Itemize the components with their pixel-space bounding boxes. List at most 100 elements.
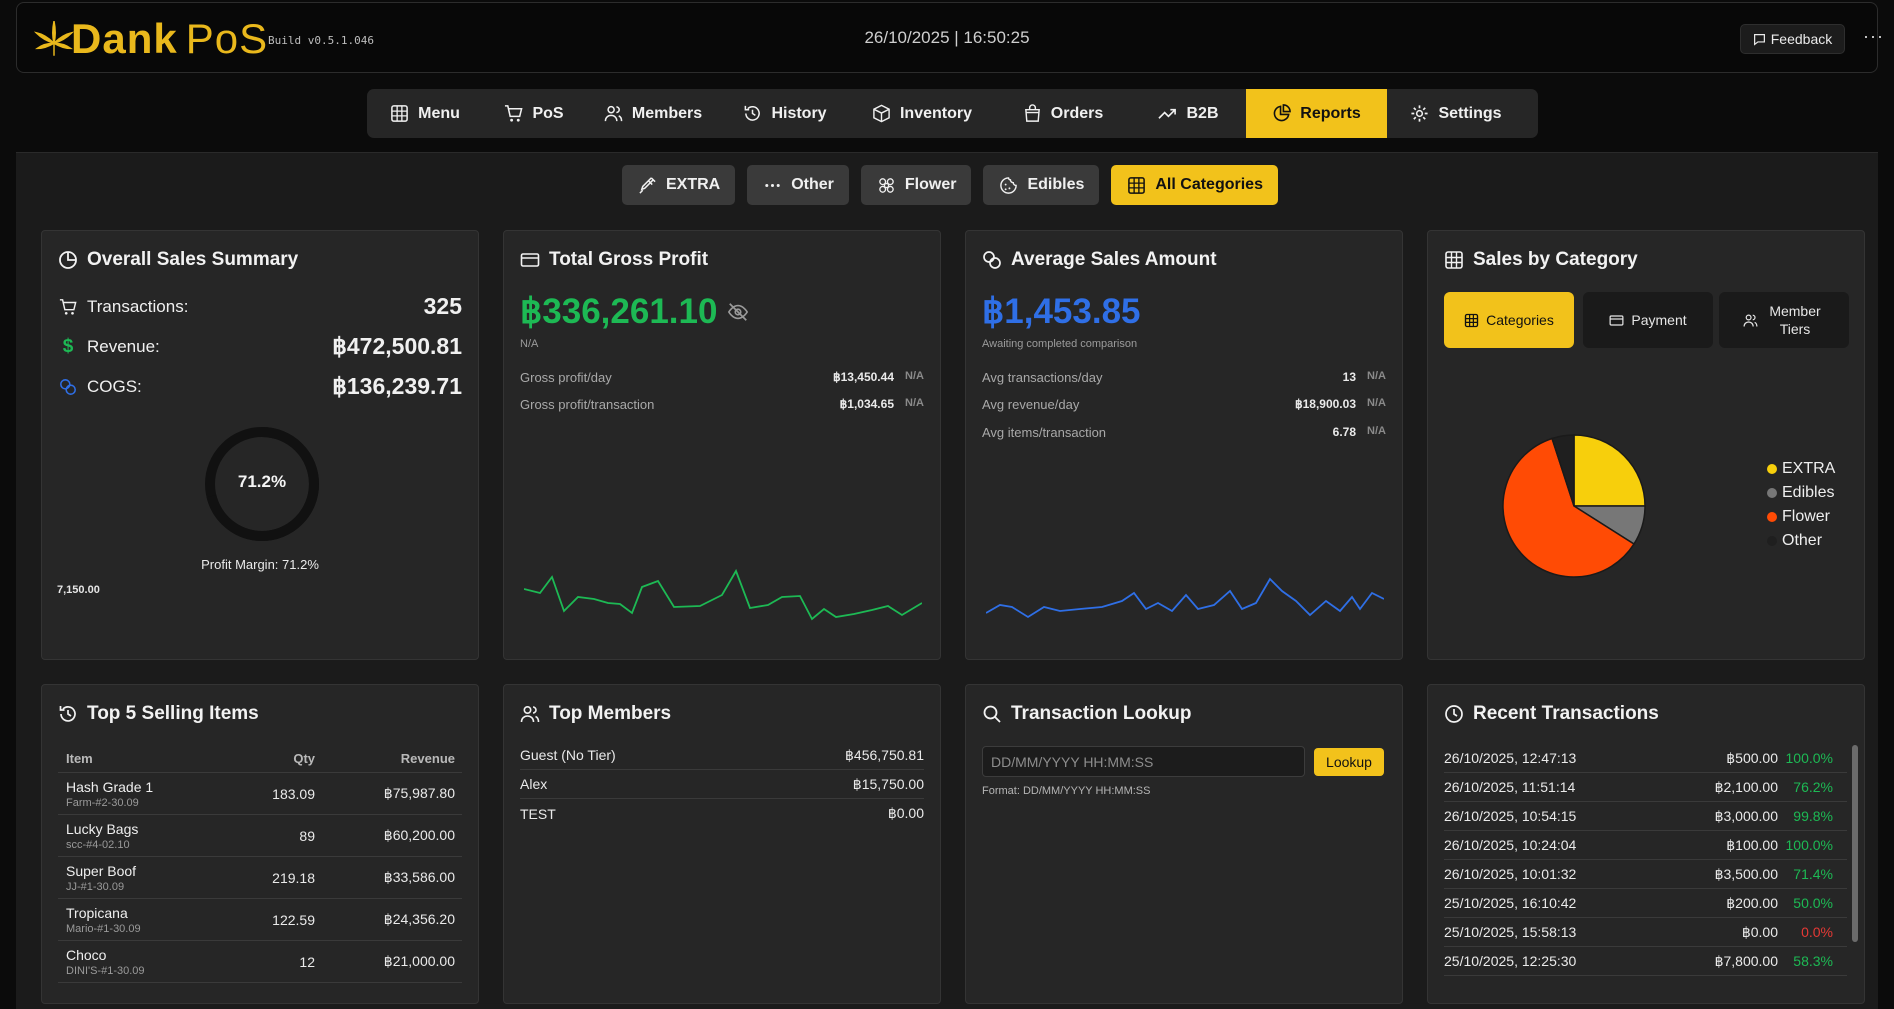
lookup-title-row: Transaction Lookup xyxy=(982,703,1192,725)
users-icon xyxy=(1743,313,1758,327)
legend-item: Edibles xyxy=(1767,481,1835,505)
top-members-title-row: Top Members xyxy=(520,703,671,725)
nav-orders-label: Orders xyxy=(1050,104,1104,122)
overall-sales-card: Overall Sales Summary Transactions: 325 … xyxy=(41,230,479,660)
feedback-button[interactable]: Feedback xyxy=(1740,24,1845,54)
filter-extra[interactable]: EXTRA xyxy=(622,165,736,205)
lookup-datetime-input[interactable] xyxy=(982,746,1305,777)
transaction-row[interactable]: 25/10/2025, 15:58:13 ฿0.00 0.0% xyxy=(1444,918,1847,947)
transaction-row[interactable]: 25/10/2025, 16:10:42 ฿200.00 50.0% xyxy=(1444,889,1847,918)
revenue-row: $ Revenue: ฿472,500.81 xyxy=(58,333,462,360)
more-options-button[interactable]: ··· xyxy=(1863,26,1884,47)
table-row: Super Boof JJ-#1-30.09 219.18 ฿33,586.00 xyxy=(58,857,462,899)
nav-history-label: History xyxy=(771,104,827,122)
transaction-amount: ฿3,000.00 xyxy=(1714,807,1778,824)
nav-inventory[interactable]: Inventory xyxy=(849,89,995,138)
nav-settings-label: Settings xyxy=(1438,104,1502,122)
member-row[interactable]: Alex ฿15,750.00 xyxy=(520,770,924,799)
nav-reports[interactable]: Reports xyxy=(1246,89,1387,138)
feedback-label: Feedback xyxy=(1770,31,1833,47)
users-icon xyxy=(604,105,623,122)
member-amount: ฿0.00 xyxy=(887,805,924,821)
transaction-amount: ฿100.00 xyxy=(1726,836,1778,853)
gross-profit-value: ฿336,261.10 xyxy=(520,292,718,331)
recent-list-scrollbar[interactable] xyxy=(1852,745,1858,942)
transaction-time: 25/10/2025, 15:58:13 xyxy=(1444,924,1577,940)
item-qty: 183.09 xyxy=(272,785,315,802)
nav-settings[interactable]: Settings xyxy=(1387,89,1525,138)
item-code: JJ-#1-30.09 xyxy=(66,880,125,893)
item-name: Super Boof xyxy=(66,862,137,879)
filter-extra-label: EXTRA xyxy=(666,176,721,193)
table-header: Item Qty Revenue xyxy=(58,745,462,773)
filter-other[interactable]: Other xyxy=(747,165,849,205)
grid-icon xyxy=(391,105,408,122)
table-row: Tropicana Mario-#1-30.09 122.59 ฿24,356.2… xyxy=(58,899,462,941)
transaction-amount: ฿2,100.00 xyxy=(1714,778,1778,795)
average-sales-title-row: Average Sales Amount xyxy=(982,249,1217,271)
nav-members[interactable]: Members xyxy=(585,89,721,138)
filter-edibles[interactable]: Edibles xyxy=(983,165,1100,205)
sales-by-category-title: Sales by Category xyxy=(1473,249,1638,270)
item-code: Mario-#1-30.09 xyxy=(66,922,141,935)
transaction-time: 26/10/2025, 12:47:13 xyxy=(1444,750,1577,766)
category-pie-chart xyxy=(1502,434,1646,578)
transaction-row[interactable]: 26/10/2025, 12:47:13 ฿500.00 100.0% xyxy=(1444,744,1847,773)
filter-all-categories[interactable]: All Categories xyxy=(1111,165,1278,205)
dots-icon xyxy=(765,183,780,187)
table-row: Lucky Bags scc-#4-02.10 89 ฿60,200.00 xyxy=(58,815,462,857)
filter-edibles-label: Edibles xyxy=(1027,176,1085,193)
top-items-table: Item Qty Revenue Hash Grade 1 Farm-#2-30.… xyxy=(58,745,462,983)
gross-profit-value-row: ฿336,261.10 xyxy=(520,292,749,332)
tab-categories[interactable]: Categories xyxy=(1444,292,1574,348)
eye-off-icon[interactable] xyxy=(727,301,749,323)
transaction-row[interactable]: 26/10/2025, 11:51:14 ฿2,100.00 76.2% xyxy=(1444,773,1847,802)
tab-member-tiers[interactable]: Member Tiers xyxy=(1719,292,1849,348)
sales-by-category-title-row: Sales by Category xyxy=(1444,249,1638,271)
nav-menu-label: Menu xyxy=(418,104,460,122)
nav-history[interactable]: History xyxy=(721,89,849,138)
member-row[interactable]: Guest (No Tier) ฿456,750.81 xyxy=(520,741,924,770)
transactions-row: Transactions: 325 xyxy=(58,293,462,320)
average-sales-sparkline xyxy=(986,577,1384,619)
gross-profit-sparkline xyxy=(524,568,922,621)
lookup-button[interactable]: Lookup xyxy=(1314,748,1384,776)
nav-inventory-label: Inventory xyxy=(899,104,972,122)
transaction-row[interactable]: 26/10/2025, 10:01:32 ฿3,500.00 71.4% xyxy=(1444,860,1847,889)
legend-swatch xyxy=(1767,488,1777,498)
transaction-row[interactable]: 25/10/2025, 12:25:30 ฿7,800.00 58.3% xyxy=(1444,947,1847,976)
nav-menu[interactable]: Menu xyxy=(367,89,483,138)
gross-stat-na: N/A xyxy=(905,370,924,382)
gross-stat-row: Gross profit/transaction ฿1,034.65 N/A xyxy=(520,397,924,412)
pie-slice-extra[interactable] xyxy=(1573,434,1646,507)
transaction-row[interactable]: 26/10/2025, 10:54:15 ฿3,000.00 99.8% xyxy=(1444,802,1847,831)
transaction-time: 26/10/2025, 10:01:32 xyxy=(1444,866,1577,882)
col-item: Item xyxy=(66,751,93,766)
grid-icon xyxy=(1464,313,1479,327)
item-code: DINI'S-#1-30.09 xyxy=(66,964,145,977)
nav-pos[interactable]: PoS xyxy=(483,89,585,138)
tab-payment[interactable]: Payment xyxy=(1583,292,1713,348)
member-name: Alex xyxy=(520,776,548,792)
gross-profit-title: Total Gross Profit xyxy=(549,249,709,270)
member-row[interactable]: TEST ฿0.00 xyxy=(520,799,924,828)
transaction-row[interactable]: 26/10/2025, 10:24:04 ฿100.00 100.0% xyxy=(1444,831,1847,860)
legend-label: Other xyxy=(1782,532,1823,549)
gross-stat-label: Gross profit/day xyxy=(520,370,612,385)
member-name: TEST xyxy=(520,805,556,822)
nav-orders[interactable]: Orders xyxy=(995,89,1131,138)
transaction-margin: 99.8% xyxy=(1793,808,1833,824)
transaction-margin: 0.0% xyxy=(1801,924,1833,940)
average-stat-na: N/A xyxy=(1367,397,1386,409)
transaction-time: 25/10/2025, 16:10:42 xyxy=(1444,895,1577,911)
item-name: Choco xyxy=(66,946,107,963)
search-icon xyxy=(983,705,1001,723)
gross-profit-line xyxy=(524,568,922,621)
filter-flower[interactable]: Flower xyxy=(860,165,972,205)
col-qty: Qty xyxy=(293,751,315,766)
gross-profit-card: Total Gross Profit ฿336,261.10 N/A Gross… xyxy=(503,230,941,660)
nav-b2b[interactable]: B2B xyxy=(1131,89,1246,138)
lookup-format-hint: Format: DD/MM/YYYY HH:MM:SS xyxy=(982,785,1151,797)
average-sales-title: Average Sales Amount xyxy=(1011,249,1217,270)
item-revenue: ฿60,200.00 xyxy=(383,827,455,843)
